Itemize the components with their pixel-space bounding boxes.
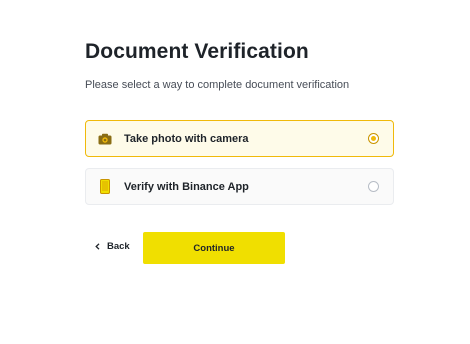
radio-selected[interactable] [368,133,379,144]
camera-icon [98,132,112,146]
option-label: Verify with Binance App [124,180,249,193]
option-take-photo[interactable]: Take photo with camera [85,120,394,157]
page-title: Document Verification [85,40,309,63]
radio-dot [371,136,376,141]
page-subtitle: Please select a way to complete document… [85,79,350,91]
radio-unselected[interactable] [368,181,379,192]
continue-button[interactable]: Continue [143,232,285,264]
phone-icon [98,179,112,194]
back-label: Back [107,241,130,252]
document-verification-page: Document Verification Please select a wa… [0,0,470,344]
option-binance-app[interactable]: Verify with Binance App [85,168,394,205]
back-button[interactable]: Back [95,241,130,252]
chevron-left-icon [95,243,100,250]
option-label: Take photo with camera [124,132,249,145]
